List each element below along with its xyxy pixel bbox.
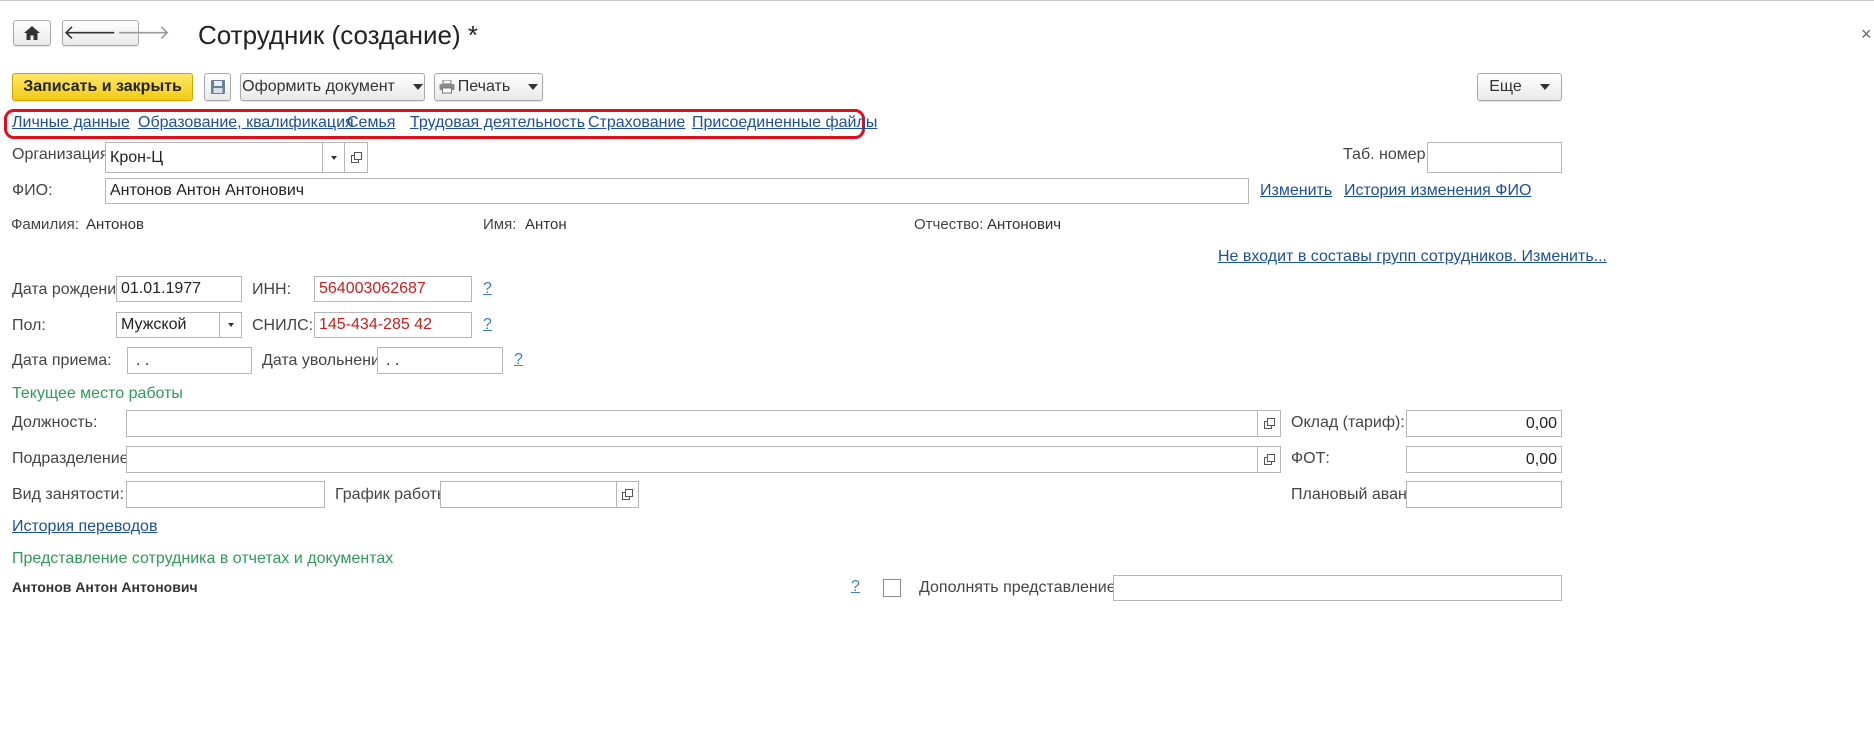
department-field[interactable] — [126, 446, 1258, 473]
current-job-section-title: Текущее место работы — [12, 385, 183, 402]
tab-family[interactable]: Семья — [347, 114, 395, 132]
more-button[interactable]: Еще — [1477, 73, 1562, 101]
tab-education[interactable]: Образование, квалификация — [138, 114, 354, 132]
chevron-down-icon — [227, 323, 234, 327]
fio-field[interactable]: Антонов Антон Антонович — [105, 178, 1249, 204]
snils-field[interactable]: 145-434-285 42 — [314, 312, 472, 338]
schedule-field[interactable] — [440, 481, 617, 508]
first-name-value: Антон — [525, 216, 567, 233]
first-name-label: Имя: — [483, 216, 517, 233]
employment-type-field[interactable] — [126, 481, 325, 508]
fio-history-link[interactable]: История изменения ФИО — [1344, 182, 1531, 200]
supplement-representation-label: Дополнять представление — [919, 579, 1116, 596]
open-window-icon — [350, 152, 362, 163]
inn-label: ИНН: — [252, 281, 292, 298]
transfer-history-link[interactable]: История переводов — [12, 518, 157, 536]
chevron-down-icon — [1539, 84, 1550, 90]
planned-advance-label: Плановый аванс: — [1291, 486, 1420, 503]
organization-field[interactable]: Крон-Ц — [105, 142, 323, 173]
issue-document-label: Оформить документ — [242, 78, 395, 95]
home-icon — [24, 26, 40, 40]
tab-employment[interactable]: Трудовая деятельность — [410, 114, 585, 132]
home-button[interactable] — [13, 20, 51, 46]
open-window-icon — [1263, 418, 1275, 429]
organization-dropdown-button[interactable] — [322, 142, 345, 173]
tab-attached-files[interactable]: Присоединенные файлы — [692, 114, 877, 132]
chevron-down-icon — [330, 155, 337, 160]
tab-number-field[interactable] — [1427, 142, 1562, 173]
supplement-representation-field[interactable] — [1113, 575, 1562, 601]
schedule-open-button[interactable] — [616, 481, 639, 508]
print-button[interactable]: Печать — [434, 73, 543, 101]
fio-label: ФИО: — [12, 182, 53, 199]
hire-date-label: Дата приема: — [12, 352, 112, 369]
save-button[interactable] — [204, 73, 231, 101]
birth-date-field[interactable]: 01.01.1977 — [116, 276, 242, 302]
tab-number-label: Таб. номер: — [1343, 146, 1430, 163]
last-name-value: Антонов — [86, 216, 144, 233]
printer-icon — [439, 80, 455, 94]
fot-field[interactable]: 0,00 — [1406, 446, 1562, 473]
tab-insurance[interactable]: Страхование — [588, 114, 685, 132]
inn-help-link[interactable]: ? — [483, 280, 492, 298]
position-open-button[interactable] — [1257, 410, 1281, 437]
position-field[interactable] — [126, 410, 1258, 437]
top-border — [0, 0, 1874, 1]
employee-groups-link[interactable]: Не входит в составы групп сотрудников. И… — [1218, 248, 1607, 266]
gender-label: Пол: — [12, 317, 46, 334]
snils-help-link[interactable]: ? — [483, 316, 492, 334]
inn-field[interactable]: 564003062687 — [314, 276, 472, 302]
hire-date-field[interactable]: . . — [127, 347, 252, 374]
salary-label: Оклад (тариф): — [1291, 414, 1405, 431]
organization-label: Организация: — [12, 146, 113, 163]
save-and-close-button[interactable]: Записать и закрыть — [12, 73, 193, 101]
print-label: Печать — [457, 78, 511, 95]
gender-dropdown-button[interactable] — [219, 312, 242, 338]
last-name-label: Фамилия: — [11, 216, 79, 233]
patronymic-label: Отчество: — [914, 216, 984, 233]
gender-field[interactable]: Мужской — [116, 312, 220, 338]
close-icon[interactable]: × — [1861, 24, 1872, 45]
organization-open-button[interactable] — [344, 142, 368, 173]
fio-change-link[interactable]: Изменить — [1260, 182, 1332, 200]
window-title: Сотрудник (создание) * — [198, 20, 478, 50]
patronymic-value: Антонович — [987, 216, 1062, 233]
nav-buttons-group: 🡐 🡒 — [62, 20, 170, 46]
planned-advance-field[interactable] — [1406, 481, 1562, 508]
representation-help-link[interactable]: ? — [851, 578, 860, 596]
representation-section-title: Представление сотрудника в отчетах и док… — [12, 550, 394, 567]
back-arrow-icon[interactable]: 🡐 — [63, 23, 117, 43]
employment-type-label: Вид занятости: — [12, 486, 124, 503]
dismissal-date-field[interactable]: . . — [377, 347, 503, 374]
fot-label: ФОТ: — [1291, 450, 1330, 467]
floppy-disk-icon — [210, 80, 225, 94]
tab-personal-data[interactable]: Личные данные — [12, 114, 130, 132]
dismissal-help-link[interactable]: ? — [514, 351, 523, 369]
snils-label: СНИЛС: — [252, 317, 314, 334]
issue-document-button[interactable]: Оформить документ — [240, 73, 425, 101]
open-window-icon — [1263, 454, 1275, 465]
salary-field[interactable]: 0,00 — [1406, 410, 1562, 437]
chevron-down-icon — [412, 84, 423, 90]
chevron-down-icon — [528, 84, 539, 90]
schedule-label: График работы: — [335, 486, 453, 503]
forward-arrow-icon[interactable]: 🡒 — [117, 23, 171, 43]
department-open-button[interactable] — [1257, 446, 1281, 473]
dismissal-date-label: Дата увольнения: — [262, 352, 394, 369]
birth-date-label: Дата рождения: — [12, 281, 130, 298]
representation-name: Антонов Антон Антонович — [12, 579, 198, 595]
position-label: Должность: — [12, 414, 98, 431]
supplement-representation-checkbox[interactable] — [883, 579, 901, 597]
department-label: Подразделение: — [12, 450, 134, 467]
more-label: Еще — [1489, 78, 1522, 95]
open-window-icon — [622, 489, 633, 500]
